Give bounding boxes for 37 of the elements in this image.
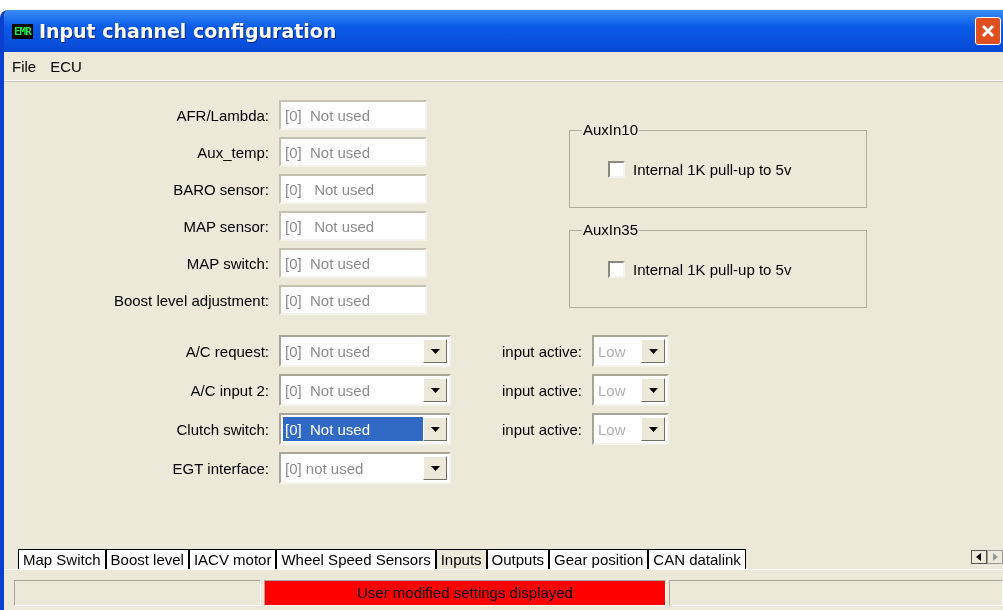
field-label: BARO sensor: (172, 180, 269, 198)
field-label: MAP switch: (185, 254, 269, 272)
window-title: Input channel configuration (38, 20, 338, 42)
field-label: A/C request: (184, 342, 269, 360)
tab[interactable]: Inputs (435, 549, 487, 569)
dropdown[interactable]: [0] Not used (279, 335, 451, 367)
field-label: Aux_temp: (196, 143, 269, 161)
checkbox[interactable] (608, 260, 625, 278)
field-label: Clutch switch: (175, 420, 269, 438)
close-button[interactable] (975, 17, 1001, 45)
tab[interactable]: Outputs (486, 549, 550, 569)
tab[interactable]: Boost level (105, 549, 189, 569)
field-label: AFR/Lambda: (175, 106, 269, 124)
tab[interactable]: Map Switch (18, 549, 106, 569)
field-label: A/C input 2: (189, 381, 269, 399)
menu-item[interactable]: File (12, 57, 37, 75)
checkbox-label: Internal 1K pull-up to 5v (633, 160, 792, 178)
dropdown[interactable]: [0] not used (279, 452, 451, 484)
field-label: input active: (500, 342, 582, 360)
close-icon (981, 24, 995, 38)
tab-scroll-arrows-icon[interactable] (971, 550, 1003, 564)
checkbox-label: Internal 1K pull-up to 5v (633, 260, 792, 278)
field-label: EGT interface: (171, 459, 269, 477)
tab[interactable]: CAN datalink (648, 549, 746, 569)
status-message: User modified settings displayed (264, 580, 666, 606)
dropdown[interactable]: [0] Not used (279, 374, 451, 406)
tab[interactable]: IACV motor (188, 549, 277, 569)
field-label: MAP sensor: (182, 217, 269, 235)
menu-item[interactable]: ECU (50, 57, 82, 75)
field-label: input active: (500, 420, 582, 438)
checkbox[interactable] (608, 160, 625, 178)
field-label: Boost level adjustment: (112, 291, 269, 309)
tab[interactable]: Gear position (549, 549, 649, 569)
field-label: input active: (500, 381, 582, 399)
app-logo-icon: EMR (12, 23, 33, 39)
tab[interactable]: Wheel Speed Sensors (276, 549, 436, 569)
dropdown[interactable]: [0] Not used (279, 413, 451, 445)
